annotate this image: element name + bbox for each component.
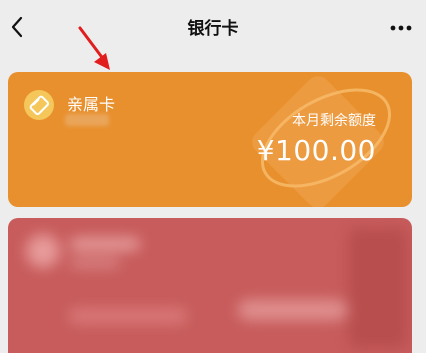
- quota-amount: ¥100.00: [256, 134, 376, 167]
- kinship-card-logo-icon: [24, 90, 54, 120]
- navigation-bar: 银行卡: [0, 0, 426, 56]
- page-title: 银行卡: [187, 19, 239, 39]
- quota-label: 本月剩余额度: [292, 113, 376, 129]
- annotation-arrow-icon: [78, 26, 110, 70]
- more-button[interactable]: [384, 12, 418, 42]
- bank-card-redacted[interactable]: [8, 218, 412, 353]
- card-name: 亲属卡: [67, 95, 116, 114]
- blurred-card-content: [8, 218, 412, 353]
- card-subtitle-redacted: [65, 114, 109, 126]
- kinship-card[interactable]: 亲属卡 本月剩余额度 ¥100.00: [8, 72, 412, 207]
- more-dots-icon: [390, 25, 412, 31]
